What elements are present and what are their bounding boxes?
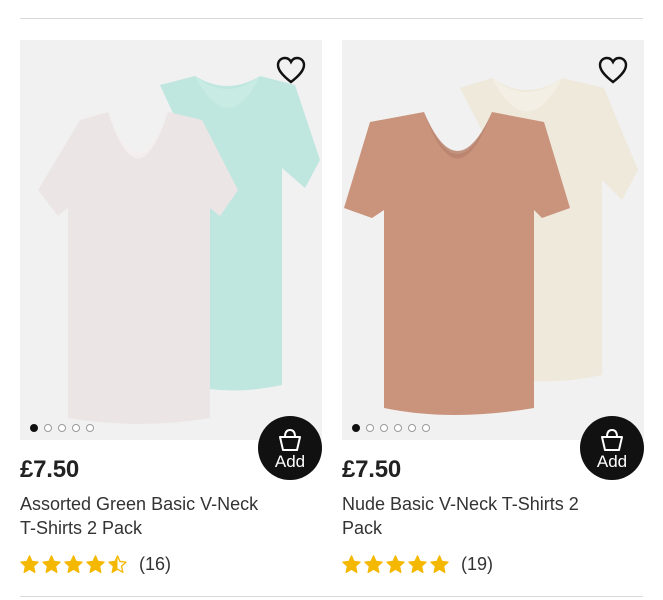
carousel-dot[interactable] — [44, 424, 52, 432]
carousel-dot[interactable] — [380, 424, 388, 432]
product-card[interactable]: Add £7.50 Nude Basic V-Neck T-Shirts 2 P… — [342, 40, 644, 575]
carousel-dot[interactable] — [352, 424, 360, 432]
review-count: (19) — [461, 554, 494, 574]
shopping-basket-icon — [279, 428, 301, 451]
top-divider — [20, 18, 643, 19]
carousel-dot[interactable] — [72, 424, 80, 432]
add-label: Add — [274, 452, 306, 471]
star-icon — [20, 555, 39, 573]
product-title[interactable]: Assorted Green Basic V-Neck T-Shirts 2 P… — [20, 492, 270, 540]
carousel-dots — [30, 424, 94, 432]
add-to-basket-button[interactable]: Add — [580, 416, 644, 480]
carousel-dot[interactable] — [422, 424, 430, 432]
product-image — [38, 76, 320, 424]
star-icon — [386, 555, 405, 573]
product-title[interactable]: Nude Basic V-Neck T-Shirts 2 Pack — [342, 492, 612, 540]
star-icon — [364, 555, 383, 573]
star-icon — [64, 555, 83, 573]
bottom-divider — [20, 596, 643, 597]
star-icon — [108, 555, 127, 573]
add-label: Add — [596, 452, 628, 471]
carousel-dot[interactable] — [408, 424, 416, 432]
star-icon — [408, 555, 427, 573]
star-icon — [342, 555, 361, 573]
review-count: (16) — [139, 554, 172, 574]
rating-stars — [20, 555, 127, 574]
add-to-basket-button[interactable]: Add — [258, 416, 322, 480]
product-image — [344, 78, 638, 415]
heart-icon[interactable] — [598, 56, 628, 84]
product-rating[interactable]: (19) — [342, 554, 644, 575]
carousel-dot[interactable] — [30, 424, 38, 432]
star-icon — [430, 555, 449, 573]
shopping-basket-icon — [601, 428, 623, 451]
product-rating[interactable]: (16) — [20, 554, 322, 575]
star-icon — [86, 555, 105, 573]
carousel-dots — [352, 424, 430, 432]
product-image-carousel[interactable] — [342, 40, 644, 440]
carousel-dot[interactable] — [366, 424, 374, 432]
heart-icon[interactable] — [276, 56, 306, 84]
product-card[interactable]: Add £7.50 Assorted Green Basic V-Neck T-… — [20, 40, 322, 575]
carousel-dot[interactable] — [58, 424, 66, 432]
product-image-carousel[interactable] — [20, 40, 322, 440]
carousel-dot[interactable] — [394, 424, 402, 432]
star-icon — [42, 555, 61, 573]
rating-stars — [342, 555, 449, 574]
carousel-dot[interactable] — [86, 424, 94, 432]
